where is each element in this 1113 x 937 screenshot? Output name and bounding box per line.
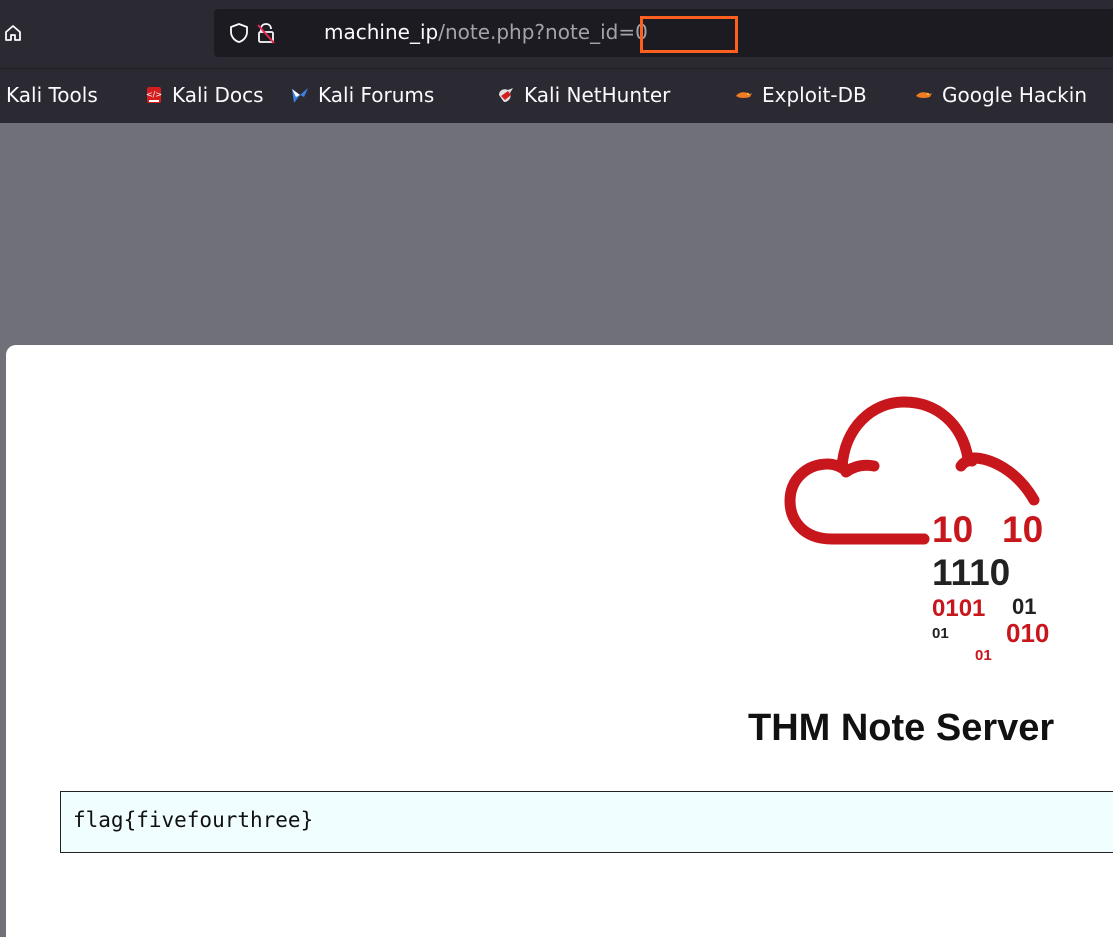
logo-binary-line: 10	[1002, 509, 1044, 550]
logo-binary-line: 10	[932, 509, 974, 550]
browser-toolbar: machine_ip/note.php?note_id=0	[0, 0, 1113, 68]
insecure-lock-icon[interactable]	[254, 21, 278, 45]
bookmark-label: Kali Tools	[6, 83, 98, 107]
logo-binary-line: 01	[1012, 594, 1037, 619]
bookmark-label: Google Hackin	[942, 83, 1087, 107]
bookmark-kali-tools[interactable]: Kali Tools	[6, 81, 98, 109]
address-bar[interactable]: machine_ip/note.php?note_id=0	[214, 9, 1113, 57]
bookmark-label: Kali Docs	[172, 83, 264, 107]
url-parameter-highlight	[640, 16, 738, 53]
logo-binary-line: 0101	[932, 595, 986, 622]
bookmark-label: Kali NetHunter	[524, 83, 671, 107]
exploit-db-icon	[914, 85, 934, 105]
url-text[interactable]: machine_ip/note.php?note_id=0	[324, 20, 648, 44]
bookmark-exploit-db[interactable]: Exploit-DB	[734, 81, 867, 109]
bookmark-kali-forums[interactable]: Kali Forums	[290, 81, 434, 109]
page-title: THM Note Server	[748, 707, 1055, 749]
kali-docs-icon: </>	[144, 85, 164, 105]
note-content-box: flag{fivefourthree}	[60, 791, 1113, 853]
logo-binary-line: 1110	[932, 552, 1011, 593]
bookmark-label: Exploit-DB	[762, 83, 867, 107]
logo-binary-line: 010	[1006, 618, 1050, 648]
kali-forums-icon	[290, 85, 310, 105]
bookmarks-toolbar: Kali Tools </> Kali Docs Kali Forums Kal…	[0, 68, 1113, 123]
note-text: flag{fivefourthree}	[73, 808, 314, 832]
logo-binary-line: 01	[932, 625, 949, 642]
logo-binary-line: 01	[975, 647, 992, 664]
url-path: /note.php?note_id=0	[438, 20, 648, 44]
kali-nethunter-icon	[496, 85, 516, 105]
bookmark-kali-nethunter[interactable]: Kali NetHunter	[496, 81, 670, 109]
bookmark-kali-docs[interactable]: </> Kali Docs	[144, 81, 264, 109]
svg-text:</>: </>	[146, 90, 162, 99]
url-host: machine_ip	[324, 20, 439, 44]
home-icon[interactable]	[2, 22, 24, 44]
exploit-db-icon	[734, 85, 754, 105]
bookmark-google-hacking[interactable]: Google Hackin	[914, 81, 1087, 109]
bookmark-label: Kali Forums	[318, 83, 435, 107]
shield-icon[interactable]	[228, 22, 250, 44]
